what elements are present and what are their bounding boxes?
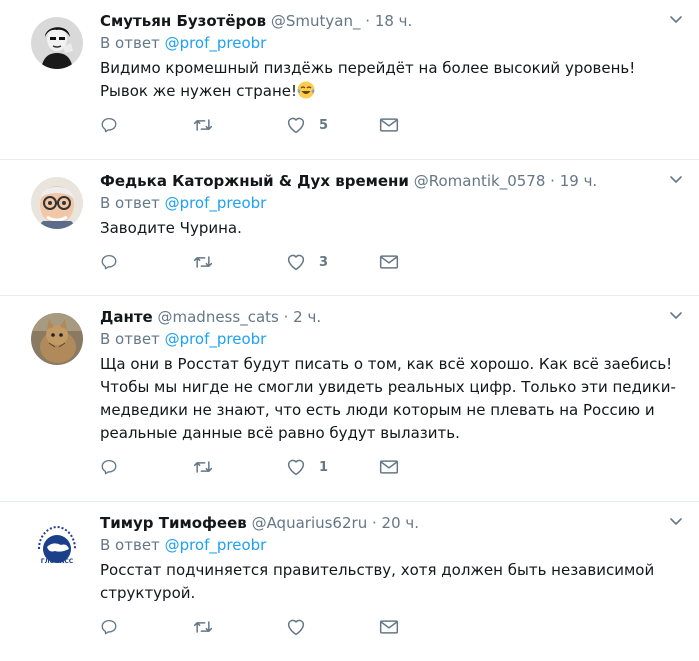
tweet-text: Заводите Чурина. [100,219,242,237]
chevron-down-icon[interactable] [668,513,684,529]
like-count: 1 [319,459,329,475]
reply-button[interactable] [100,618,193,636]
reply-mention-link[interactable]: @prof_preobr [165,194,267,212]
reply-prefix: В ответ [100,536,160,554]
reply-context: В ответ @prof_preobr [100,33,683,53]
display-name[interactable]: Федька Каторжный & Дух времени [100,172,409,190]
direct-message-button[interactable] [379,117,472,133]
direct-message-button[interactable] [379,619,472,635]
like-button[interactable]: 3 [286,253,379,271]
avatar[interactable]: ГЛОНАСС [31,519,83,571]
reply-button[interactable] [100,116,193,134]
tweet-actions: 1 [100,455,683,490]
retweet-button[interactable] [193,116,286,134]
reply-prefix: В ответ [100,34,160,52]
user-handle[interactable]: @Aquarius62ru [252,514,368,532]
tweet-actions [100,615,683,650]
tweet[interactable]: Данте @madness_cats · 2 ч. В ответ @prof… [0,296,699,502]
timestamp[interactable]: 19 ч. [560,172,598,190]
display-name[interactable]: Тимур Тимофеев [100,514,247,532]
face-with-tears-of-joy-emoji [297,81,315,99]
retweet-button[interactable] [193,618,286,636]
reply-icon [101,459,117,475]
envelope-icon [379,118,399,132]
display-name[interactable]: Смутьян Бузотёров [100,12,266,30]
retweet-icon [193,256,213,268]
reply-mention-link[interactable]: @prof_preobr [165,536,267,554]
user-handle[interactable]: @madness_cats [158,308,279,326]
retweet-icon [193,119,213,131]
tweet-text: Росстат подчиняется правительству, хотя … [100,561,655,602]
timestamp[interactable]: 2 ч. [293,308,321,326]
envelope-icon [379,460,399,474]
tweet-header: Смутьян Бузотёров @Smutyan_ · 18 ч. [100,11,683,31]
reply-timeline: Смутьян Бузотёров @Smutyan_ · 18 ч. В от… [0,0,699,661]
like-button[interactable] [286,618,379,636]
chevron-down-icon[interactable] [668,307,684,323]
tweet[interactable]: Федька Каторжный & Дух времени @Romantik… [0,160,699,296]
like-button[interactable]: 5 [286,116,379,134]
tweet-text: Видимо кромешный пиздёжь перейдёт на бол… [100,57,683,103]
separator-dot: · [550,172,555,190]
like-count: 5 [319,117,329,133]
separator-dot: · [283,308,289,326]
separator-dot: · [371,514,377,532]
separator-dot: · [365,12,371,30]
retweet-icon [193,461,213,473]
heart-icon [287,619,305,636]
reply-context: В ответ @prof_preobr [100,193,683,213]
like-count: 3 [319,254,329,270]
user-handle[interactable]: @Romantik_0578 [414,172,546,190]
user-handle[interactable]: @Smutyan_ [271,12,361,30]
tweet-actions: 5 [100,113,683,148]
retweet-icon [193,621,213,633]
tweet-actions: 3 [100,250,683,285]
tweet-header: Данте @madness_cats · 2 ч. [100,307,683,327]
like-button[interactable]: 1 [286,458,379,476]
reply-mention-link[interactable]: @prof_preobr [165,34,267,52]
tweet-text: Ща они в Росстат будут писать о том, как… [100,355,676,442]
reply-icon [101,254,117,270]
display-name[interactable]: Данте [100,308,153,326]
avatar[interactable] [31,177,83,229]
reply-prefix: В ответ [100,194,160,212]
direct-message-button[interactable] [379,459,472,475]
direct-message-button[interactable] [379,254,472,270]
reply-mention-link[interactable]: @prof_preobr [165,330,267,348]
reply-icon [101,619,117,635]
reply-prefix: В ответ [100,330,160,348]
reply-icon [101,117,117,133]
envelope-icon [379,255,399,269]
heart-icon [287,254,305,271]
tweet[interactable]: ГЛОНАСС Тимур Тимофеев @Aquarius62ru · 2… [0,502,699,661]
tweet-header: Федька Каторжный & Дух времени @Romantik… [100,171,683,191]
heart-icon [287,117,305,134]
avatar[interactable] [31,313,83,365]
timestamp[interactable]: 18 ч. [375,12,413,30]
chevron-down-icon[interactable] [668,171,684,187]
reply-button[interactable] [100,458,193,476]
chevron-down-icon[interactable] [668,11,684,27]
retweet-button[interactable] [193,458,286,476]
tweet[interactable]: Смутьян Бузотёров @Smutyan_ · 18 ч. В от… [0,0,699,160]
retweet-button[interactable] [193,253,286,271]
heart-icon [287,459,305,476]
reply-button[interactable] [100,253,193,271]
timestamp[interactable]: 20 ч. [382,514,420,532]
reply-context: В ответ @prof_preobr [100,329,683,349]
avatar[interactable] [31,17,83,69]
envelope-icon [379,620,399,634]
tweet-header: Тимур Тимофеев @Aquarius62ru · 20 ч. [100,513,683,533]
tweet-text-body: Видимо кромешный пиздёжь перейдёт на бол… [100,59,636,100]
reply-context: В ответ @prof_preobr [100,535,683,555]
glonass-logo-text: ГЛОНАСС [41,558,74,565]
